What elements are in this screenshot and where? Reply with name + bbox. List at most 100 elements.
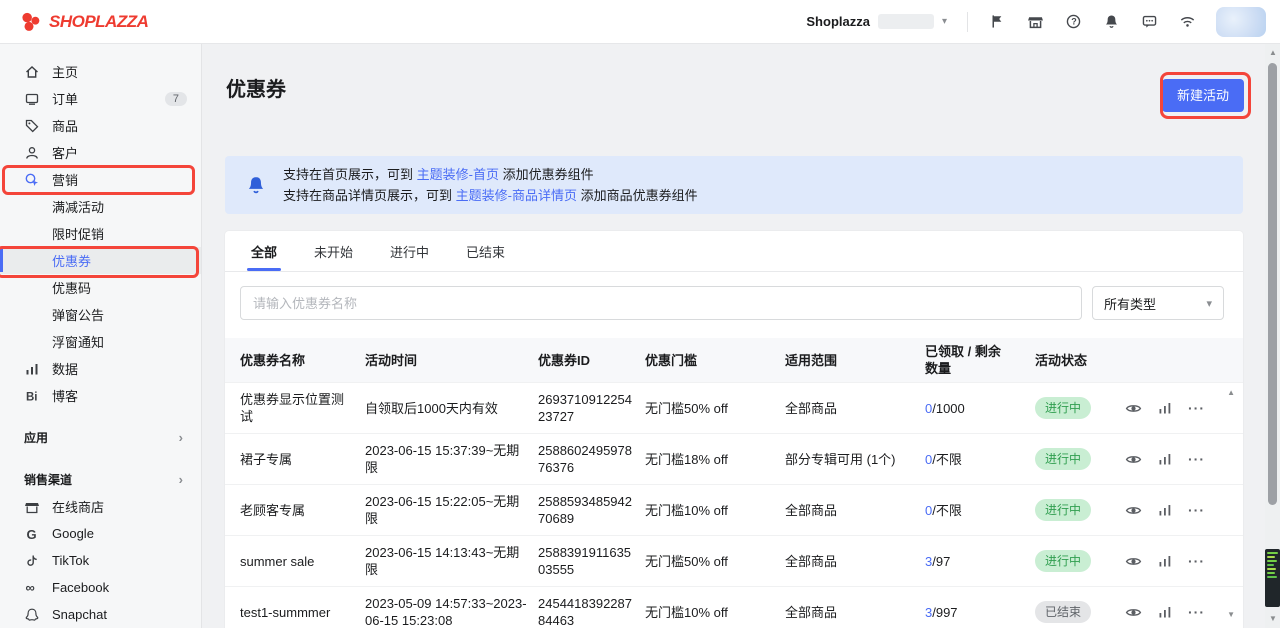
coupon-threshold: 无门槛10% off (645, 502, 785, 519)
sidebar-item-google[interactable]: G Google (0, 520, 201, 547)
chevron-down-icon: ▾ (942, 16, 947, 27)
scroll-up-icon[interactable]: ▲ (1269, 49, 1277, 57)
coupon-id: 258859348594270689 (538, 493, 645, 527)
more-actions-icon[interactable]: ··· (1188, 553, 1205, 570)
sidebar-item-coupons[interactable]: 优惠券 (0, 247, 201, 274)
bell-icon[interactable] (1102, 13, 1120, 31)
marketing-icon (24, 172, 40, 188)
bar-chart-icon (24, 361, 40, 377)
sidebar-item-marketing[interactable]: 营销 (0, 166, 201, 193)
sidebar-item-home[interactable]: 主页 (0, 58, 201, 85)
blog-icon: Bi (24, 388, 40, 404)
sidebar-item-label: 优惠码 (52, 278, 91, 297)
sidebar-item-floating-notice[interactable]: 浮窗通知 (0, 328, 201, 355)
svg-text:Bi: Bi (26, 391, 38, 403)
avatar[interactable] (1216, 7, 1266, 37)
notice-text: 支持在商品详情页展示，可到 (283, 188, 456, 203)
sidebar-item-label: 满减活动 (52, 197, 104, 216)
sidebar-item-label: 数据 (52, 359, 78, 378)
col-header-scope: 适用范围 (785, 352, 925, 369)
sidebar-item-label: 弹窗公告 (52, 305, 104, 324)
scroll-down-icon[interactable]: ▼ (1269, 615, 1277, 623)
sidebar-section-apps[interactable]: 应用 › (0, 424, 201, 451)
view-icon[interactable] (1125, 553, 1142, 570)
sidebar-item-label: 博客 (52, 386, 78, 405)
view-icon[interactable] (1125, 400, 1142, 417)
sidebar-item-label: 订单 (52, 89, 78, 108)
svg-text:G: G (27, 526, 37, 541)
sidebar-item-orders[interactable]: 订单 7 (0, 85, 201, 112)
sidebar-item-label: 客户 (52, 143, 78, 162)
section-label: 销售渠道 (24, 471, 72, 488)
stats-icon[interactable] (1157, 553, 1173, 569)
more-actions-icon[interactable]: ··· (1188, 502, 1205, 519)
sidebar-item-flash-sale[interactable]: 限时促销 (0, 220, 201, 247)
notice-text: 添加优惠券组件 (499, 167, 594, 182)
coupon-name: summer sale (240, 553, 365, 570)
customers-icon (24, 145, 40, 161)
claimed-remaining: 0/不限 (925, 502, 1035, 519)
sidebar-item-label: 浮窗通知 (52, 332, 104, 351)
store-switcher-label: Shoplazza (806, 14, 870, 29)
sidebar-item-analytics[interactable]: 数据 (0, 355, 201, 382)
more-actions-icon[interactable]: ··· (1188, 451, 1205, 468)
more-actions-icon[interactable]: ··· (1188, 604, 1205, 621)
sidebar-item-coupon-codes[interactable]: 优惠码 (0, 274, 201, 301)
view-icon[interactable] (1125, 451, 1142, 468)
theme-editor-product-link[interactable]: 主题装修-商品详情页 (456, 188, 577, 203)
help-icon[interactable]: ? (1064, 13, 1082, 31)
stats-icon[interactable] (1157, 604, 1173, 620)
table-scroll-up-icon[interactable]: ▲ (1227, 389, 1235, 397)
sidebar-item-snapchat[interactable]: Snapchat (0, 601, 201, 628)
sidebar-item-facebook[interactable]: ∞ Facebook (0, 574, 201, 601)
view-icon[interactable] (1125, 604, 1142, 621)
sidebar-section-sales-channels[interactable]: 销售渠道 › (0, 466, 201, 493)
tab-not-started[interactable]: 未开始 (314, 231, 353, 271)
bell-icon (245, 174, 267, 196)
sidebar-item-online-store[interactable]: 在线商店 (0, 493, 201, 520)
stats-icon[interactable] (1157, 400, 1173, 416)
remaining-count: /不限 (932, 452, 962, 467)
notice-text: 支持在首页展示，可到 (283, 167, 417, 182)
tab-in-progress[interactable]: 进行中 (390, 231, 429, 271)
col-header-id: 优惠券ID (538, 352, 645, 369)
topbar: SHOPLAZZA Shoplazza ▾ ? (0, 0, 1280, 44)
chat-icon[interactable] (1140, 13, 1158, 31)
coupon-search-input[interactable] (240, 286, 1082, 320)
sidebar-item-label: 优惠券 (52, 251, 91, 270)
sidebar-item-label: 限时促销 (52, 224, 104, 243)
campaign-time: 自领取后1000天内有效 (365, 400, 538, 417)
col-header-claimed: 已领取 / 剩余数量 (925, 343, 1035, 377)
storefront-icon[interactable] (1026, 13, 1044, 31)
wifi-icon[interactable] (1178, 13, 1196, 31)
notice-banner: 支持在首页展示，可到 主题装修-首页 添加优惠券组件 支持在商品详情页展示，可到… (225, 156, 1243, 214)
type-filter-select[interactable]: 所有类型 ▾ (1092, 286, 1224, 320)
page-scrollbar[interactable]: ▲ ▼ (1265, 44, 1280, 628)
more-actions-icon[interactable]: ··· (1188, 400, 1205, 417)
notice-line-1: 支持在首页展示，可到 主题装修-首页 添加优惠券组件 (283, 164, 698, 185)
stats-icon[interactable] (1157, 502, 1173, 518)
theme-editor-home-link[interactable]: 主题装修-首页 (417, 167, 499, 182)
view-icon[interactable] (1125, 502, 1142, 519)
orders-icon (24, 91, 40, 107)
stats-icon[interactable] (1157, 451, 1173, 467)
sidebar-item-customers[interactable]: 客户 (0, 139, 201, 166)
table-scroll-down-icon[interactable]: ▼ (1227, 611, 1235, 619)
logo-text: SHOPLAZZA (49, 12, 148, 32)
flag-icon[interactable] (988, 13, 1006, 31)
sidebar-item-tiktok[interactable]: TikTok (0, 547, 201, 574)
sidebar: 主页 订单 7 商品 客户 营销 满减活动 限时促销 优惠券 优惠码 弹窗公告 … (0, 44, 202, 628)
sidebar-item-full-reduction[interactable]: 满减活动 (0, 193, 201, 220)
notice-line-2: 支持在商品详情页展示，可到 主题装修-商品详情页 添加商品优惠券组件 (283, 185, 698, 206)
store-switcher[interactable]: Shoplazza ▾ (806, 14, 947, 29)
sidebar-item-products[interactable]: 商品 (0, 112, 201, 139)
tab-ended[interactable]: 已结束 (466, 231, 505, 271)
sidebar-item-blog[interactable]: Bi 博客 (0, 382, 201, 409)
status-tabs: 全部 未开始 进行中 已结束 (225, 231, 1243, 272)
sidebar-item-popup-notice[interactable]: 弹窗公告 (0, 301, 201, 328)
scrollbar-thumb[interactable] (1268, 63, 1277, 505)
new-campaign-button[interactable]: 新建活动 (1162, 79, 1244, 112)
tab-all[interactable]: 全部 (251, 231, 277, 271)
shoplazza-logo[interactable]: SHOPLAZZA (20, 11, 148, 33)
coupon-scope: 全部商品 (785, 604, 925, 621)
